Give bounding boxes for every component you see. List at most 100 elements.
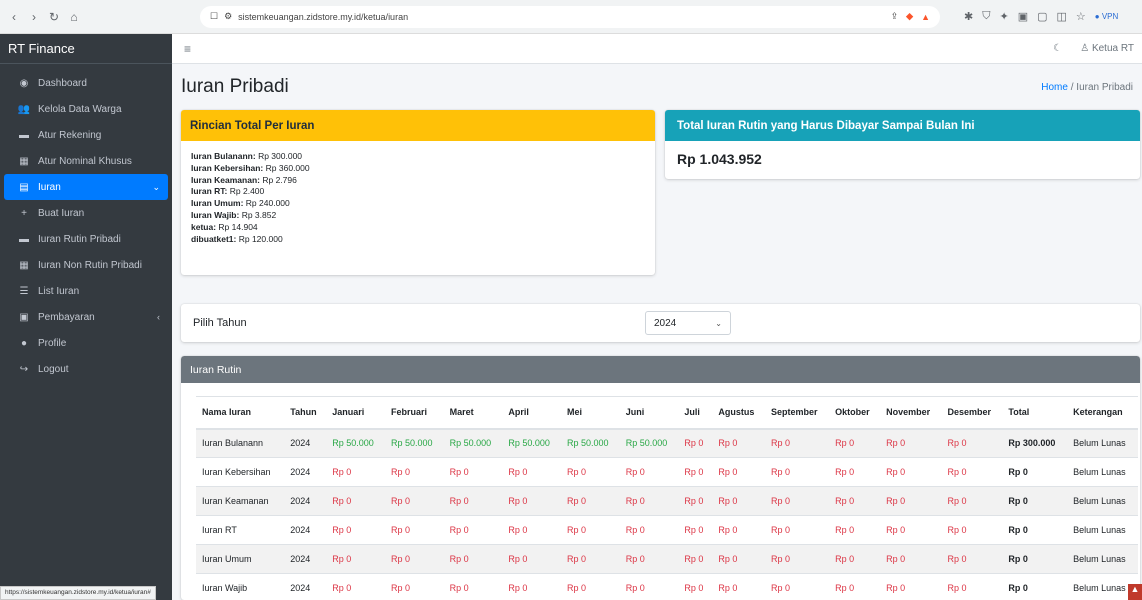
sidebar-item-label: Iuran Rutin Pribadi	[38, 233, 121, 245]
sidebar-toggle-icon[interactable]: ▣	[1018, 10, 1028, 23]
column-header: Total	[1002, 396, 1068, 430]
year-select[interactable]: 2024 ⌄	[645, 311, 731, 335]
sidebar-menu: ◉ Dashboard 👥 Kelola Data Warga ▬ Atur R…	[0, 64, 172, 382]
sidebar-item-label: Iuran	[38, 181, 61, 193]
column-header: Agustus	[712, 396, 765, 430]
shield-icon[interactable]: ⛉	[982, 10, 990, 23]
sidebar-item-kelola-data-warga[interactable]: 👥 Kelola Data Warga	[4, 96, 168, 122]
table-cell: Rp 0	[829, 573, 881, 600]
wallet-icon[interactable]: ◫	[1057, 10, 1067, 23]
reload-icon[interactable]: ↻	[48, 10, 60, 24]
sidebar-item-label: Atur Nominal Khusus	[38, 155, 132, 167]
user-icon: ♙	[1080, 43, 1090, 54]
table-cell: 2024	[284, 486, 327, 516]
sidebar-item-label: Logout	[38, 363, 69, 375]
dark-mode-toggle-icon[interactable]: ☾	[1053, 43, 1062, 54]
sidebar-item-dashboard[interactable]: ◉ Dashboard	[4, 70, 168, 96]
user-menu[interactable]: ♙ Ketua RT	[1080, 43, 1134, 54]
table-cell: Belum Lunas	[1067, 515, 1138, 545]
table-cell: Rp 0	[502, 544, 562, 574]
sidebar-item-iuran-rutin-pribadi[interactable]: ▬ Iuran Rutin Pribadi	[4, 226, 168, 252]
table-cell: Rp 0	[678, 573, 713, 600]
sidebar-item-atur-rekening[interactable]: ▬ Atur Rekening	[4, 122, 168, 148]
star-icon[interactable]: ☆	[1076, 10, 1086, 23]
chevron-left-icon: ‹	[157, 312, 160, 322]
table-cell: Rp 0	[384, 573, 444, 600]
sidebar-item-pembayaran[interactable]: ▣ Pembayaran ‹	[4, 304, 168, 330]
extension-icon[interactable]: ✱	[964, 10, 973, 23]
rincian-item: Iuran Bulanann: Rp 300.000	[191, 151, 645, 163]
browser-nav: ‹ › ↻ ⌂	[0, 10, 200, 24]
table-cell: Rp 0	[712, 428, 765, 458]
home-icon[interactable]: ⌂	[68, 10, 80, 24]
card-icon: ▬	[19, 129, 29, 141]
table-cell: Rp 0	[712, 515, 765, 545]
brand-title[interactable]: RT Finance	[0, 34, 172, 64]
sidebar-item-iuran[interactable]: ▤ Iuran ⌄	[4, 174, 168, 200]
table-cell: Belum Lunas	[1067, 486, 1138, 516]
table-cell: Iuran Kebersihan	[196, 457, 285, 487]
sidebar-item-profile[interactable]: ● Profile	[4, 330, 168, 356]
rincian-item-name: Iuran Umum:	[191, 198, 244, 209]
table-cell: Rp 0	[561, 544, 620, 574]
iuran-rutin-card-title: Iuran Rutin	[181, 356, 1140, 383]
sidebar-item-label: Dashboard	[38, 77, 87, 89]
column-header: April	[502, 396, 562, 430]
table-cell: Rp 0	[443, 573, 503, 600]
sidebar-item-iuran-non-rutin-pribadi[interactable]: ▦ Iuran Non Rutin Pribadi	[4, 252, 168, 278]
column-header: Keterangan	[1067, 396, 1138, 430]
table-cell: Rp 50.000	[502, 428, 562, 458]
table-cell: Rp 0	[765, 515, 830, 545]
bookmark-icon[interactable]: ☐	[210, 11, 218, 22]
table-cell: Rp 0	[326, 515, 385, 545]
rincian-item-value: Rp 240.000	[245, 198, 290, 209]
sidebar-item-list-iuran[interactable]: ☰ List Iuran	[4, 278, 168, 304]
table-cell: Rp 0	[1002, 457, 1068, 487]
forward-icon[interactable]: ›	[28, 10, 40, 24]
hamburger-icon[interactable]: ≡	[184, 42, 191, 56]
sidebar: RT Finance ◉ Dashboard 👥 Kelola Data War…	[0, 34, 172, 600]
puzzle-icon[interactable]: ✦	[999, 10, 1008, 23]
table-cell: Rp 0	[765, 457, 830, 487]
site-settings-icon[interactable]: ⚙	[224, 11, 232, 22]
table-cell: Iuran RT	[196, 515, 285, 545]
table-cell: 2024	[284, 428, 327, 458]
address-bar[interactable]: ☐ ⚙ sistemkeuangan.zidstore.my.id/ketua/…	[200, 5, 940, 28]
table-cell: 2024	[284, 515, 327, 545]
tab-icon[interactable]: ▢	[1037, 10, 1047, 23]
brave-shield-icon[interactable]: ◆	[906, 11, 913, 22]
table-row: Iuran Umum 2024 Rp 0 Rp 0 Rp 0 Rp 0 Rp 0 Rp 0 Rp…	[196, 544, 1138, 574]
brave-rewards-icon[interactable]: ▲	[921, 12, 930, 22]
table-cell: Iuran Bulanann	[196, 428, 285, 458]
rincian-item-value: Rp 120.000	[238, 233, 283, 244]
table-cell: Rp 0	[941, 515, 1003, 545]
vpn-button[interactable]: ● VPN	[1095, 12, 1119, 21]
plus-icon: +	[21, 207, 27, 219]
table-cell: Belum Lunas	[1067, 544, 1138, 574]
share-icon[interactable]: ⇪	[891, 11, 899, 22]
sidebar-item-label: Kelola Data Warga	[38, 103, 122, 115]
table-cell: Rp 0	[765, 573, 830, 600]
breadcrumb-separator: /	[1070, 81, 1074, 93]
table-row: Iuran Keamanan 2024 Rp 0 Rp 0 Rp 0 Rp 0 Rp 0 Rp…	[196, 486, 1138, 516]
breadcrumb-home-link[interactable]: Home	[1041, 82, 1068, 93]
page-header: Iuran Pribadi Home / Iuran Pribadi	[172, 64, 1142, 110]
iuran-rutin-card: Iuran Rutin Nama Iuran Tahun Januari Februa…	[181, 356, 1140, 600]
extension-badge-icon[interactable]: ▲	[1128, 584, 1142, 600]
table-cell: Belum Lunas	[1067, 457, 1138, 487]
chevron-down-icon: ⌄	[152, 181, 160, 192]
column-header: November	[880, 396, 942, 430]
sidebar-item-atur-nominal-khusus[interactable]: ▦ Atur Nominal Khusus	[4, 148, 168, 174]
rincian-item-value: Rp 360.000	[265, 162, 310, 173]
sidebar-item-label: Atur Rekening	[38, 129, 102, 141]
money-icon: ▣	[19, 311, 29, 323]
rincian-item-value: Rp 3.852	[241, 209, 277, 220]
back-icon[interactable]: ‹	[8, 10, 20, 24]
column-header: Mei	[561, 396, 620, 430]
table-cell: Rp 0	[880, 428, 942, 458]
sidebar-item-logout[interactable]: ↪ Logout	[4, 356, 168, 382]
table-row: Iuran Kebersihan 2024 Rp 0 Rp 0 Rp 0 Rp 0 Rp 0…	[196, 457, 1138, 487]
table-cell: Rp 0	[829, 515, 881, 545]
table-cell: Rp 0	[678, 544, 713, 574]
sidebar-item-buat-iuran[interactable]: + Buat Iuran	[4, 200, 168, 226]
